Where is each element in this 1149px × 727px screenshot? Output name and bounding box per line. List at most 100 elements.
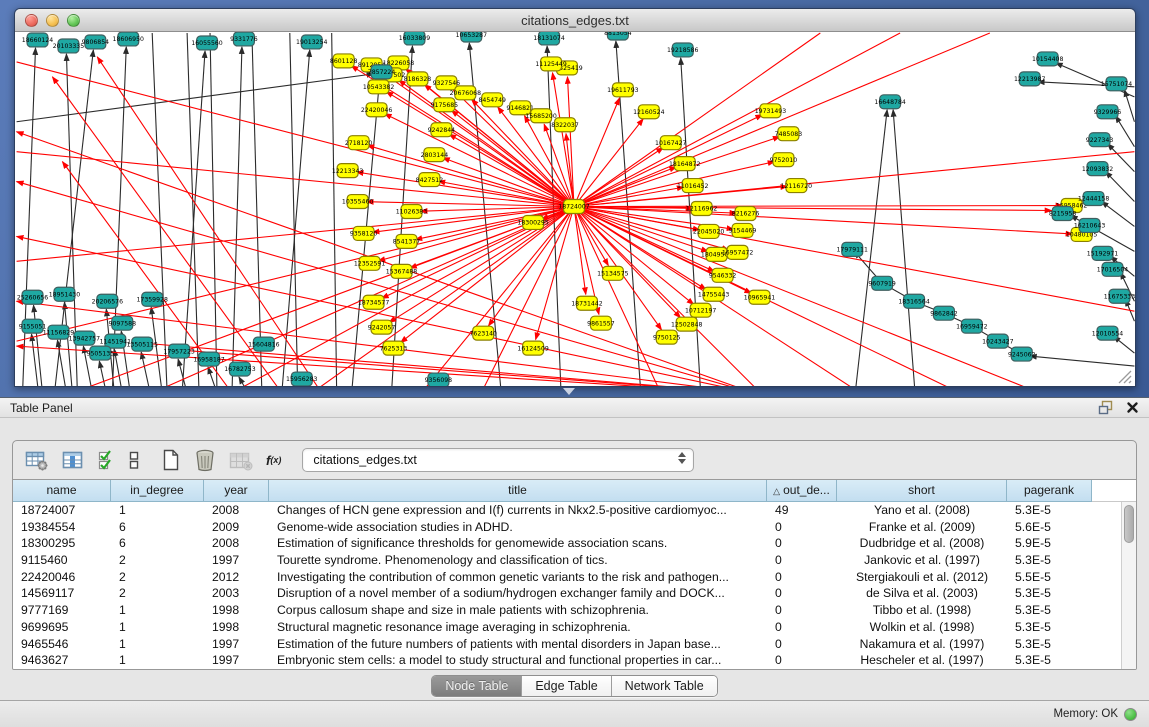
network-node-yellow[interactable]: 10167427 [655, 136, 686, 150]
cell-in_degree[interactable]: 1 [111, 636, 204, 653]
network-node-yellow[interactable]: 12502848 [671, 317, 702, 331]
cell-in_degree[interactable]: 6 [111, 535, 204, 552]
table-row[interactable]: 1938455462009Genome-wide association stu… [13, 519, 1121, 536]
select-rows-button[interactable] [97, 449, 115, 471]
cell-year[interactable]: 1998 [204, 619, 269, 636]
network-node-teal[interactable]: 9862842 [930, 306, 958, 320]
cell-pagerank[interactable]: 5.3E-5 [1007, 585, 1092, 602]
cell-pagerank[interactable]: 5.3E-5 [1007, 602, 1092, 619]
column-header-short[interactable]: short [837, 480, 1007, 502]
network-node-yellow[interactable]: 8454749 [478, 93, 506, 107]
delete-button[interactable] [194, 448, 216, 472]
network-node-yellow[interactable]: 2803144 [421, 148, 449, 162]
cell-title[interactable]: Embryonic stem cells: a model to study s… [269, 652, 767, 669]
network-node-teal[interactable]: 9806854 [82, 35, 110, 49]
cell-out_de[interactable]: 0 [767, 535, 837, 552]
cell-out_de[interactable]: 0 [767, 602, 837, 619]
cell-short[interactable]: Hescheler et al. (1997) [837, 652, 1007, 669]
network-node-teal[interactable]: 16033809 [399, 32, 430, 45]
cell-short[interactable]: Yano et al. (2008) [837, 502, 1007, 519]
cell-name[interactable]: 19384554 [13, 519, 111, 536]
network-node-teal[interactable]: 9227343 [1086, 133, 1114, 147]
cell-out_de[interactable]: 0 [767, 585, 837, 602]
network-node-yellow[interactable]: 14755443 [698, 287, 729, 301]
column-header-year[interactable]: year [204, 480, 269, 502]
cell-name[interactable]: 9465546 [13, 636, 111, 653]
cell-pagerank[interactable]: 5.6E-5 [1007, 519, 1092, 536]
cell-in_degree[interactable]: 1 [111, 619, 204, 636]
network-node-teal[interactable]: 9097588 [109, 316, 137, 330]
network-node-yellow[interactable]: 8216276 [732, 207, 760, 221]
cell-year[interactable]: 2008 [204, 502, 269, 519]
network-node-teal[interactable]: 16055560 [191, 36, 222, 50]
cell-title[interactable]: Estimation of the future numbers of pati… [269, 636, 767, 653]
network-node-yellow[interactable]: 12116720 [781, 179, 812, 193]
cell-name[interactable]: 9463627 [13, 652, 111, 669]
tab-edge-table[interactable]: Edge Table [522, 676, 611, 696]
function-builder-button[interactable]: f(x) [266, 453, 281, 468]
network-node-teal[interactable]: 20206576 [92, 294, 123, 308]
scrollbar-thumb[interactable] [1124, 505, 1134, 543]
network-node-teal[interactable]: 18951430 [49, 287, 80, 301]
network-node-teal[interactable]: 9245062 [1008, 347, 1036, 361]
cell-in_degree[interactable]: 1 [111, 602, 204, 619]
network-node-yellow[interactable]: 7625313 [380, 341, 408, 355]
network-node-teal[interactable]: 8813054 [604, 32, 632, 40]
network-node-yellow[interactable]: 9750125 [653, 330, 681, 344]
network-node-teal[interactable]: 18660124 [22, 33, 53, 47]
column-header-name[interactable]: name [13, 480, 111, 502]
minimize-window-button[interactable] [46, 14, 59, 27]
network-node-yellow[interactable]: 7623140 [470, 326, 498, 340]
network-node-teal[interactable]: 13505115 [127, 337, 158, 351]
network-node-teal[interactable]: 17979111 [837, 242, 868, 256]
float-panel-icon[interactable] [1098, 400, 1114, 415]
network-node-teal[interactable]: 16782753 [224, 362, 255, 376]
close-window-button[interactable] [25, 14, 38, 27]
cell-name[interactable]: 9699695 [13, 619, 111, 636]
network-node-teal[interactable]: 17016504 [1097, 262, 1128, 276]
cell-title[interactable]: Tourette syndrome. Phenomenology and cla… [269, 552, 767, 569]
network-node-yellow[interactable]: 11016452 [677, 179, 708, 193]
column-header-in_degree[interactable]: in_degree [111, 480, 204, 502]
cell-year[interactable]: 1998 [204, 602, 269, 619]
cell-out_de[interactable]: 0 [767, 552, 837, 569]
network-node-teal[interactable]: 7857224 [368, 65, 396, 79]
network-node-teal[interactable]: 8215958 [1049, 207, 1077, 221]
cell-short[interactable]: Tibbo et al. (1998) [837, 602, 1007, 619]
cell-title[interactable]: Structural magnetic resonance image aver… [269, 619, 767, 636]
network-node-yellow[interactable]: 18164872 [669, 157, 700, 171]
column-header-out_de[interactable]: △out_de... [767, 480, 837, 502]
network-node-teal[interactable]: 19013254 [296, 35, 327, 49]
network-node-teal[interactable]: 15956283 [286, 372, 317, 386]
network-node-yellow[interactable]: 8427512 [416, 173, 444, 187]
table-row[interactable]: 946362711997Embryonic stem cells: a mode… [13, 652, 1121, 669]
cell-pagerank[interactable]: 5.5E-5 [1007, 569, 1092, 586]
network-node-yellow[interactable]: 11026383 [396, 205, 427, 219]
network-node-teal[interactable]: 18606950 [113, 32, 144, 46]
cell-in_degree[interactable]: 1 [111, 652, 204, 669]
network-node-yellow[interactable]: 10712197 [685, 303, 716, 317]
network-node-yellow[interactable]: 19611793 [607, 83, 638, 97]
cell-title[interactable]: Investigating the contribution of common… [269, 569, 767, 586]
cell-name[interactable]: 18300295 [13, 535, 111, 552]
network-node-yellow[interactable]: 9546332 [709, 268, 737, 282]
cell-name[interactable]: 22420046 [13, 569, 111, 586]
cell-in_degree[interactable]: 2 [111, 585, 204, 602]
cell-out_de[interactable]: 0 [767, 519, 837, 536]
network-node-yellow[interactable]: 16124509 [517, 341, 548, 355]
cell-pagerank[interactable]: 5.9E-5 [1007, 535, 1092, 552]
network-canvas[interactable]: 1872400718300295860112889129541822605891… [15, 32, 1135, 386]
cell-short[interactable]: Franke et al. (2009) [837, 519, 1007, 536]
cell-short[interactable]: Wolkin et al. (1998) [837, 619, 1007, 636]
network-window-titlebar[interactable]: citations_edges.txt [15, 9, 1135, 32]
zoom-window-button[interactable] [67, 14, 80, 27]
cell-year[interactable]: 2003 [204, 585, 269, 602]
resize-grip-icon[interactable] [1115, 368, 1133, 384]
cell-short[interactable]: Stergiakouli et al. (2012) [837, 569, 1007, 586]
network-node-teal[interactable]: 12093832 [1082, 162, 1113, 176]
cell-out_de[interactable]: 0 [767, 636, 837, 653]
cell-pagerank[interactable]: 5.3E-5 [1007, 552, 1092, 569]
cell-year[interactable]: 1997 [204, 652, 269, 669]
table-row[interactable]: 977716911998Corpus callosum shape and si… [13, 602, 1121, 619]
vertical-scrollbar[interactable] [1121, 502, 1136, 669]
